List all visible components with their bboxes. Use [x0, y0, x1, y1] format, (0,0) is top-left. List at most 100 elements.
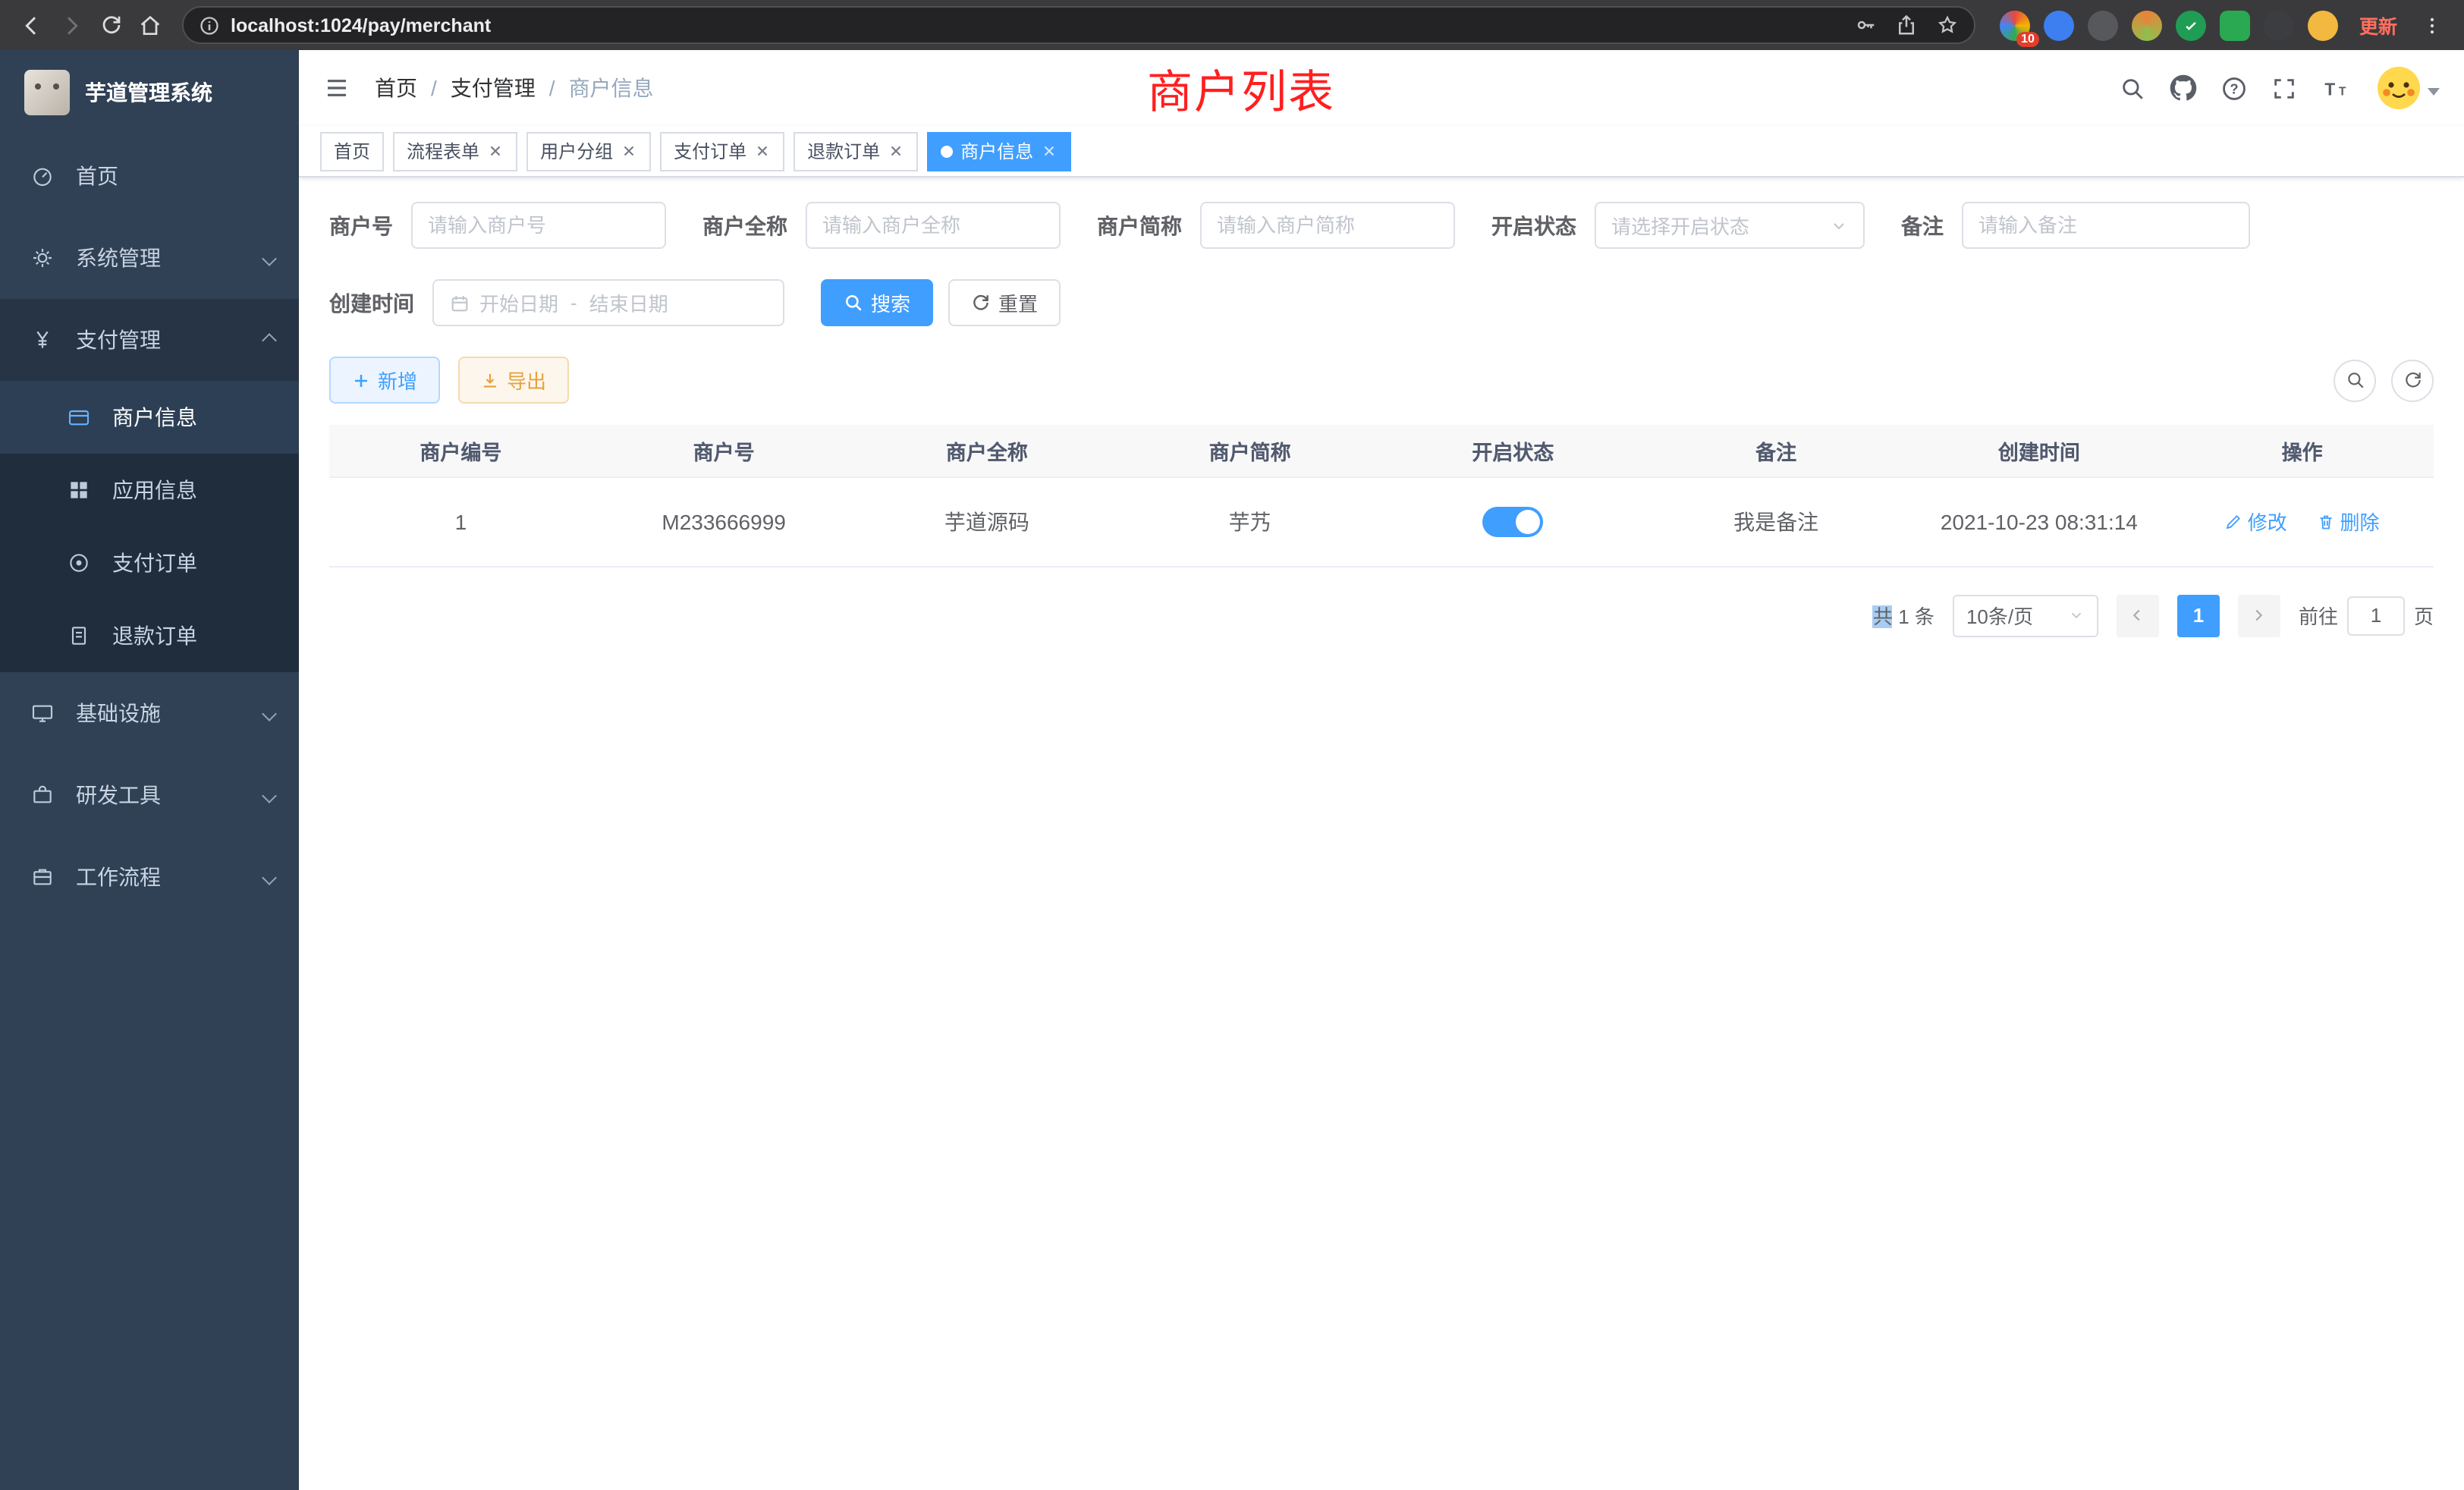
prev-page-button[interactable] — [2117, 594, 2159, 637]
navbar: 首页 / 支付管理 / 商户信息 商户列表 ? — [299, 50, 2464, 126]
sidebar-item-system[interactable]: 系统管理 — [0, 217, 299, 299]
delete-button[interactable]: 删除 — [2318, 507, 2380, 536]
sidebar-item-home[interactable]: 首页 — [0, 135, 299, 217]
merchant-no-input[interactable] — [411, 202, 666, 249]
github-link-button[interactable] — [2170, 74, 2197, 102]
address-bar[interactable]: localhost:1024/pay/merchant — [182, 6, 1975, 44]
search-button[interactable]: 搜索 — [821, 279, 933, 326]
close-icon[interactable] — [888, 143, 904, 159]
extension-icon[interactable] — [2132, 10, 2162, 40]
tab-label: 首页 — [334, 138, 370, 164]
status-toggle[interactable] — [1482, 506, 1543, 536]
sidebar-item-pay-orders[interactable]: 支付订单 — [0, 527, 299, 599]
tab-pay-orders[interactable]: 支付订单 — [660, 131, 784, 171]
share-icon[interactable] — [1895, 14, 1918, 36]
plus-icon — [352, 371, 370, 389]
chevron-down-icon — [262, 787, 277, 803]
page-number-button[interactable]: 1 — [2177, 594, 2220, 637]
sidebar-item-app-info[interactable]: 应用信息 — [0, 454, 299, 527]
close-icon[interactable] — [487, 143, 504, 159]
browser-menu-button[interactable] — [2412, 5, 2452, 45]
kebab-menu-icon — [2422, 14, 2443, 36]
page-size-value: 10条/页 — [1966, 601, 2033, 630]
svg-text:?: ? — [2230, 80, 2238, 96]
key-icon[interactable] — [1854, 14, 1877, 36]
profile-avatar-icon[interactable] — [2308, 10, 2338, 40]
extensions-area: 10 — [2000, 10, 2338, 40]
font-size-button[interactable]: TT — [2321, 75, 2352, 101]
reset-button[interactable]: 重置 — [948, 279, 1061, 326]
header-search-button[interactable] — [2120, 75, 2145, 101]
extension-icon[interactable] — [2044, 10, 2074, 40]
tab-label: 用户分组 — [540, 138, 613, 164]
goto-label: 前往 — [2299, 601, 2338, 630]
tab-home[interactable]: 首页 — [320, 131, 384, 171]
chevron-down-icon — [2068, 607, 2085, 624]
sidebar-item-label: 支付管理 — [76, 325, 161, 355]
status-select[interactable]: 请选择开启状态 — [1595, 202, 1865, 249]
pinned-extension-icon[interactable] — [2264, 10, 2294, 40]
gear-icon — [30, 246, 55, 270]
page-size-select[interactable]: 10条/页 — [1953, 594, 2098, 637]
close-icon[interactable] — [754, 143, 771, 159]
breadcrumb-item-home[interactable]: 首页 — [375, 73, 417, 103]
breadcrumb: 首页 / 支付管理 / 商户信息 — [375, 73, 654, 103]
info-icon[interactable] — [199, 14, 220, 36]
collapse-sidebar-button[interactable] — [323, 76, 350, 100]
merchant-table: 商户编号 商户号 商户全称 商户简称 开启状态 备注 创建时间 操作 1 — [329, 425, 2434, 567]
toggle-search-button[interactable] — [2334, 359, 2376, 401]
status-label: 开启状态 — [1491, 210, 1576, 240]
sidebar-item-workflow[interactable]: 工作流程 — [0, 836, 299, 918]
dashboard-icon — [30, 164, 55, 188]
extension-icon[interactable] — [2088, 10, 2118, 40]
toggle-knob — [1516, 509, 1540, 533]
sidebar-item-payment[interactable]: 支付管理 — [0, 299, 299, 381]
order-icon — [67, 551, 91, 575]
forward-button[interactable] — [52, 5, 91, 45]
github-icon — [2170, 74, 2197, 102]
goto-page-input[interactable] — [2347, 596, 2405, 635]
extension-icon[interactable]: 10 — [2000, 10, 2030, 40]
refresh-icon — [2403, 370, 2422, 390]
sidebar-item-label: 系统管理 — [76, 243, 161, 273]
add-button[interactable]: 新增 — [329, 357, 440, 404]
edit-button[interactable]: 修改 — [2225, 507, 2287, 536]
create-time-range-picker[interactable]: 开始日期 - 结束日期 — [432, 279, 784, 326]
col-header: 商户号 — [592, 425, 856, 476]
reload-button[interactable] — [91, 5, 130, 45]
sidebar-item-merchant-info[interactable]: 商户信息 — [0, 381, 299, 454]
sidebar-item-dev-tools[interactable]: 研发工具 — [0, 754, 299, 836]
export-button[interactable]: 导出 — [458, 357, 569, 404]
extension-icon[interactable] — [2220, 10, 2250, 40]
remark-input[interactable] — [1962, 202, 2250, 249]
sidebar-item-refund-orders[interactable]: 退款订单 — [0, 599, 299, 672]
user-avatar-menu[interactable] — [2376, 65, 2440, 111]
tab-process-form[interactable]: 流程表单 — [393, 131, 517, 171]
document-icon — [67, 624, 91, 648]
close-icon[interactable] — [621, 143, 637, 159]
close-icon[interactable] — [1041, 143, 1058, 159]
sidebar-item-infrastructure[interactable]: 基础设施 — [0, 672, 299, 754]
extension-icon[interactable] — [2176, 10, 2206, 40]
url-text[interactable]: localhost:1024/pay/merchant — [231, 14, 1842, 36]
tab-merchant-info[interactable]: 商户信息 — [927, 131, 1071, 171]
help-button[interactable]: ? — [2221, 75, 2247, 101]
full-name-input[interactable] — [806, 202, 1061, 249]
cell-merchant-no: M233666999 — [592, 476, 856, 566]
screen: localhost:1024/pay/merchant 10 更新 — [0, 0, 2464, 1490]
next-page-button[interactable] — [2238, 594, 2280, 637]
breadcrumb-item-payment[interactable]: 支付管理 — [451, 73, 536, 103]
search-icon — [2120, 75, 2145, 101]
short-name-input[interactable] — [1200, 202, 1455, 249]
tab-user-group[interactable]: 用户分组 — [526, 131, 651, 171]
bookmark-star-icon[interactable] — [1936, 14, 1959, 36]
back-button[interactable] — [12, 5, 52, 45]
tab-refund-orders[interactable]: 退款订单 — [794, 131, 918, 171]
fullscreen-button[interactable] — [2271, 75, 2297, 101]
refresh-table-button[interactable] — [2391, 359, 2434, 401]
date-start-placeholder: 开始日期 — [479, 288, 558, 317]
grid-icon — [67, 478, 91, 502]
update-button[interactable]: 更新 — [2359, 11, 2397, 39]
home-button[interactable] — [130, 5, 170, 45]
question-icon: ? — [2221, 75, 2247, 101]
